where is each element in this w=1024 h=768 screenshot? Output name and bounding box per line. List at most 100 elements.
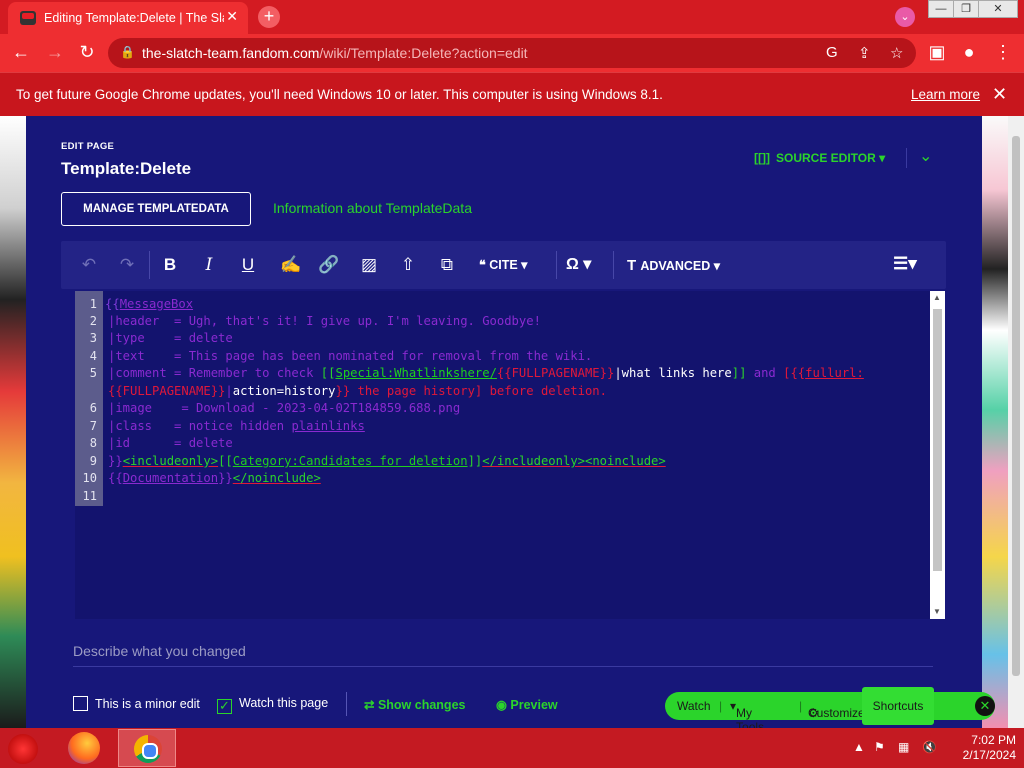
- scroll-down-arrow-icon[interactable]: ▼: [933, 607, 941, 616]
- fandom-global-toolbar: Watch | ▾ My Tools | ⚙ Customize Shortcu…: [665, 687, 995, 734]
- code-line[interactable]: |image = Download - 2023-04-02T184859.68…: [108, 401, 460, 415]
- source-editor-dialog: EDIT PAGE Template:Delete [[]] SOURCE EDI…: [26, 116, 982, 728]
- source-editor-dropdown[interactable]: [[]] SOURCE EDITOR ▾: [754, 151, 885, 165]
- line-number: 9: [89, 454, 97, 468]
- toolbar-divider: |: [719, 699, 723, 713]
- new-tab-button[interactable]: +: [258, 6, 280, 28]
- bookmark-star-icon[interactable]: ☆: [890, 44, 903, 62]
- code-line[interactable]: |class = notice hidden plainlinks: [108, 419, 365, 433]
- checkbox-unchecked-icon[interactable]: [73, 696, 88, 711]
- minor-edit-checkbox[interactable]: This is a minor edit: [73, 696, 200, 711]
- lock-icon[interactable]: 🔒: [120, 45, 135, 59]
- restore-button[interactable]: ❐: [953, 0, 979, 18]
- page-scrollbar[interactable]: [1008, 116, 1024, 728]
- watch-page-checkbox[interactable]: ✓ Watch this page: [217, 696, 328, 714]
- editor-toolbar: ↶ ↷ B I U ✍ 🔗 ▨ ⇧ ⧉ ❝ CITE ▾ Ω ▾ T ADVAN…: [61, 241, 946, 289]
- special-character-icon[interactable]: Ω ▾: [566, 254, 591, 274]
- italic-icon[interactable]: I: [197, 255, 221, 275]
- code-line[interactable]: {{Documentation}}</noinclude>: [108, 471, 321, 485]
- google-lens-icon[interactable]: G: [826, 44, 838, 61]
- tray-overflow-icon[interactable]: ▲: [853, 740, 865, 754]
- line-number: 6: [89, 401, 97, 415]
- code-line[interactable]: }}<includeonly>[[Category:Candidates for…: [108, 454, 666, 468]
- edit-page-label: EDIT PAGE: [61, 141, 115, 152]
- toolbar-divider: |: [799, 699, 803, 713]
- show-changes-button[interactable]: ⇄ Show changes: [364, 697, 465, 712]
- shortcuts-button[interactable]: Shortcuts: [862, 687, 934, 725]
- code-scrollbar-thumb[interactable]: [933, 309, 942, 571]
- text-style-icon: T: [627, 257, 641, 274]
- start-button-icon[interactable]: [8, 734, 38, 764]
- link-icon[interactable]: 🔗: [317, 255, 341, 275]
- taskbar-clock[interactable]: 7:02 PM 2/17/2024: [946, 733, 1016, 763]
- tab-title: Editing Template:Delete | The Sla: [44, 11, 224, 25]
- firefox-icon[interactable]: [68, 732, 100, 764]
- code-line-wrapped[interactable]: {{FULLPAGENAME}}|action=history}} the pa…: [108, 384, 607, 398]
- menu-kebab-icon[interactable]: ⋮: [992, 42, 1014, 63]
- address-url[interactable]: the-slatch-team.fandom.com/wiki/Template…: [142, 45, 528, 61]
- header-divider: [906, 148, 907, 168]
- page-scrollbar-thumb[interactable]: [1012, 136, 1020, 676]
- address-bar[interactable]: 🔒 the-slatch-team.fandom.com/wiki/Templa…: [108, 38, 916, 68]
- volume-muted-icon[interactable]: 🔇: [922, 740, 937, 754]
- browser-tab-active[interactable]: Editing Template:Delete | The Sla ✕: [8, 2, 248, 34]
- dropdown-caret-icon: ▾: [879, 151, 886, 165]
- share-icon[interactable]: ⇪: [858, 44, 871, 62]
- code-line[interactable]: |header = Ugh, that's it! I give up. I'm…: [108, 314, 541, 328]
- toolbar-divider: [613, 251, 614, 279]
- image-icon[interactable]: ▨: [357, 255, 381, 275]
- background-art-left: [0, 116, 26, 728]
- minimize-button[interactable]: —: [928, 0, 954, 18]
- page-title: Template:Delete: [61, 159, 192, 178]
- manage-templatedata-button[interactable]: MANAGE TEMPLATEDATA: [61, 192, 251, 226]
- reload-icon[interactable]: ↻: [76, 42, 98, 63]
- advanced-menu[interactable]: T ADVANCED ▾: [627, 257, 720, 274]
- undo-icon[interactable]: ↶: [77, 255, 101, 275]
- line-number: 7: [89, 419, 97, 433]
- cite-menu[interactable]: ❝ CITE ▾: [479, 257, 527, 272]
- browser-tab-strip: Editing Template:Delete | The Sla ✕ + ⌄ …: [0, 0, 1024, 34]
- code-line[interactable]: |type = delete: [108, 331, 233, 345]
- gallery-icon[interactable]: ⧉: [435, 255, 459, 275]
- fandom-bar-close-icon[interactable]: ✕: [975, 696, 995, 716]
- line-number: 3: [89, 331, 97, 345]
- code-scrollbar[interactable]: ▲ ▼: [930, 291, 945, 619]
- bold-icon[interactable]: B: [158, 255, 182, 275]
- code-line[interactable]: {{MessageBox: [105, 297, 193, 311]
- code-line[interactable]: |id = delete: [108, 436, 233, 450]
- tab-search-chevron-icon[interactable]: ⌄: [895, 7, 915, 27]
- hamburger-menu-icon[interactable]: ☰▾: [893, 254, 917, 274]
- edit-summary-input[interactable]: Describe what you changed: [73, 643, 933, 667]
- tab-close-icon[interactable]: ✕: [226, 8, 238, 25]
- back-arrow-icon[interactable]: ←: [10, 42, 32, 63]
- signature-icon[interactable]: ✍: [279, 255, 303, 275]
- redo-icon[interactable]: ↷: [115, 255, 139, 275]
- code-line[interactable]: |comment = Remember to check [[Special:W…: [108, 366, 864, 380]
- collapse-chevron-icon[interactable]: ⌄: [919, 146, 932, 166]
- profile-avatar-icon[interactable]: ●: [958, 42, 980, 63]
- chrome-update-infobar: To get future Google Chrome updates, you…: [0, 72, 1024, 116]
- upload-icon[interactable]: ⇧: [396, 255, 420, 275]
- underline-icon[interactable]: U: [236, 255, 260, 275]
- side-panel-icon[interactable]: ▣: [926, 42, 948, 63]
- templatedata-info-link[interactable]: Information about TemplateData: [273, 200, 472, 216]
- chrome-taskbar-button[interactable]: [118, 729, 176, 767]
- wikitext-code-editor[interactable]: 1 2 3 4 5 6 7 8 9 10 11 {{MessageBox |he…: [75, 291, 945, 619]
- clock-date: 2/17/2024: [962, 748, 1016, 762]
- network-icon[interactable]: ▦: [898, 740, 909, 754]
- learn-more-link[interactable]: Learn more: [911, 87, 980, 102]
- infobar-close-icon[interactable]: ✕: [992, 84, 1007, 105]
- watch-button[interactable]: Watch: [677, 699, 711, 713]
- window-close-button[interactable]: ✕: [978, 0, 1018, 18]
- my-tools-button[interactable]: ▾ My Tools: [730, 699, 764, 734]
- action-center-flag-icon[interactable]: ⚑: [874, 740, 885, 754]
- scroll-up-arrow-icon[interactable]: ▲: [933, 293, 941, 302]
- preview-button[interactable]: ◉ Preview: [496, 697, 558, 712]
- line-number-gutter: 1 2 3 4 5 6 7 8 9 10 11: [75, 291, 103, 506]
- forward-arrow-icon[interactable]: →: [44, 42, 66, 63]
- infobar-message: To get future Google Chrome updates, you…: [16, 87, 663, 102]
- quote-icon: ❝: [479, 258, 490, 272]
- checkbox-checked-icon[interactable]: ✓: [217, 699, 232, 714]
- code-line[interactable]: |text = This page has been nominated for…: [108, 349, 592, 363]
- line-number: 4: [89, 349, 97, 363]
